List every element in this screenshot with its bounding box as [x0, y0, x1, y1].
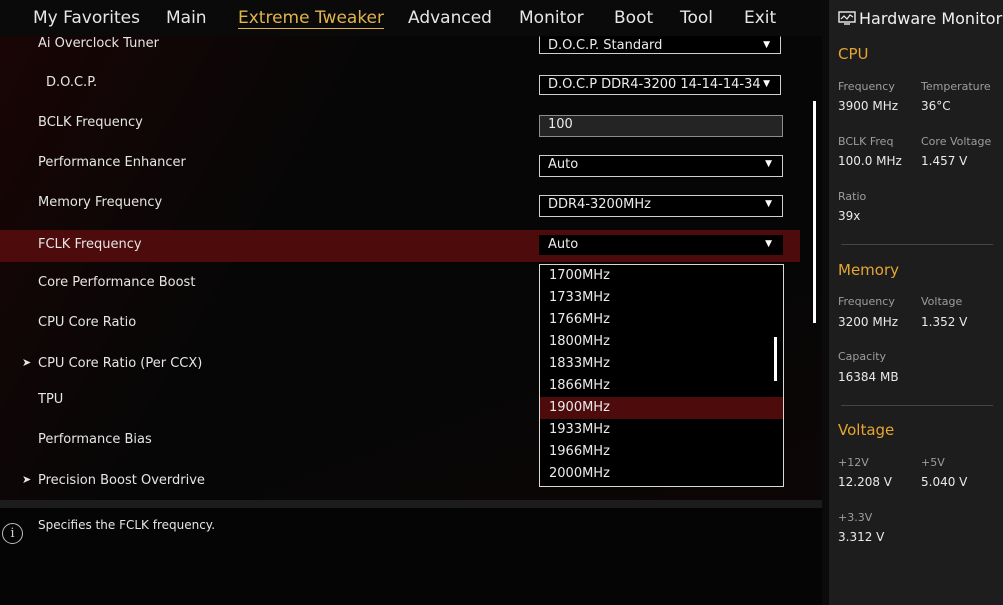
memory-frequency-label: Frequency	[838, 295, 895, 308]
capacity-label: Capacity	[838, 350, 887, 363]
tab-tool[interactable]: Tool	[680, 8, 713, 28]
memory-voltage-label: Voltage	[921, 295, 963, 308]
monitor-title: Hardware Monitor	[838, 9, 1002, 28]
dropdown-option[interactable]: 1700MHz	[540, 265, 783, 287]
cpu-frequency-value: 3900 MHz	[838, 99, 899, 113]
submenu-arrow-icon: ➤	[22, 473, 32, 486]
setting-row-docp[interactable]: D.O.C.P. D.O.C.P DDR4-3200 14-14-14-34 ▼	[0, 66, 800, 102]
setting-label: Memory Frequency	[38, 195, 163, 210]
ratio-label: Ratio	[838, 190, 867, 203]
setting-label: CPU Core Ratio (Per CCX)	[38, 356, 203, 371]
select-value: Auto	[548, 157, 579, 172]
v33-label: +3.3V	[838, 511, 873, 524]
tab-extreme-tweaker[interactable]: Extreme Tweaker	[238, 8, 384, 28]
caret-down-icon: ▼	[763, 40, 770, 50]
dropdown-option[interactable]: 1833MHz	[540, 353, 783, 375]
setting-row-fclk-frequency[interactable]: FCLK Frequency Auto ▼	[0, 230, 800, 262]
submenu-arrow-icon: ➤	[22, 356, 32, 369]
memory-frequency-select[interactable]: DDR4-3200MHz ▼	[539, 195, 783, 217]
input-value: 100	[548, 117, 573, 132]
tab-main[interactable]: Main	[166, 8, 207, 28]
tab-my-favorites[interactable]: My Favorites	[33, 8, 140, 28]
fclk-frequency-select[interactable]: Auto ▼	[539, 235, 783, 255]
setting-label: D.O.C.P.	[46, 75, 98, 90]
settings-scrollbar[interactable]	[813, 101, 816, 323]
select-value: D.O.C.P DDR4-3200 14-14-14-34	[548, 77, 761, 92]
cpu-frequency-label: Frequency	[838, 80, 895, 93]
fclk-dropdown-list[interactable]: 1700MHz 1733MHz 1766MHz 1800MHz 1833MHz …	[539, 264, 784, 487]
help-divider	[0, 500, 822, 508]
cpu-temperature-label: Temperature	[921, 80, 991, 93]
caret-down-icon: ▼	[765, 239, 772, 249]
setting-label: Performance Enhancer	[38, 155, 186, 170]
dropdown-option[interactable]: 1733MHz	[540, 287, 783, 309]
v33-value: 3.312 V	[838, 530, 885, 544]
capacity-value: 16384 MB	[838, 370, 899, 384]
tab-monitor[interactable]: Monitor	[519, 8, 584, 28]
setting-label: Performance Bias	[38, 432, 152, 447]
select-value: Auto	[548, 237, 579, 252]
help-text: Specifies the FCLK frequency.	[38, 518, 216, 532]
v12-value: 12.208 V	[838, 475, 893, 489]
setting-row-bclk-frequency[interactable]: BCLK Frequency 100	[0, 106, 800, 142]
setting-row-performance-enhancer[interactable]: Performance Enhancer Auto ▼	[0, 146, 800, 182]
caret-down-icon: ▼	[765, 199, 772, 209]
ai-overclock-tuner-select[interactable]: D.O.C.P. Standard ▼	[539, 36, 781, 54]
tab-exit[interactable]: Exit	[744, 8, 776, 28]
caret-down-icon: ▼	[760, 79, 770, 89]
setting-label: Precision Boost Overdrive	[38, 473, 205, 488]
caret-down-icon: ▼	[765, 159, 772, 169]
dropdown-option[interactable]: 1766MHz	[540, 309, 783, 331]
dropdown-option[interactable]: 1933MHz	[540, 419, 783, 441]
help-panel: i Specifies the FCLK frequency.	[0, 508, 822, 605]
setting-label: FCLK Frequency	[38, 237, 142, 252]
memory-frequency-value: 3200 MHz	[838, 315, 899, 329]
dropdown-option-highlighted[interactable]: 1900MHz	[540, 397, 783, 419]
monitor-icon	[838, 11, 856, 25]
dropdown-option[interactable]: 1966MHz	[540, 441, 783, 463]
dropdown-scrollbar[interactable]	[774, 337, 777, 381]
setting-label: TPU	[38, 392, 64, 407]
tab-advanced[interactable]: Advanced	[408, 8, 492, 28]
bclk-freq-value: 100.0 MHz	[838, 154, 902, 168]
v5-label: +5V	[921, 456, 945, 469]
voltage-heading: Voltage	[838, 421, 895, 439]
hardware-monitor-panel: Hardware Monitor CPU Frequency Temperatu…	[829, 0, 1003, 605]
cpu-heading: CPU	[838, 45, 869, 63]
dropdown-option[interactable]: 2000MHz	[540, 463, 783, 485]
bclk-freq-label: BCLK Freq	[838, 135, 894, 148]
v12-label: +12V	[838, 456, 869, 469]
docp-select[interactable]: D.O.C.P DDR4-3200 14-14-14-34 ▼	[539, 75, 781, 95]
performance-enhancer-select[interactable]: Auto ▼	[539, 155, 783, 177]
ratio-value: 39x	[838, 209, 861, 223]
setting-label: Ai Overclock Tuner	[38, 36, 159, 51]
setting-label: CPU Core Ratio	[38, 315, 137, 330]
core-voltage-label: Core Voltage	[921, 135, 992, 148]
tab-boot[interactable]: Boot	[614, 8, 653, 28]
setting-row-memory-frequency[interactable]: Memory Frequency DDR4-3200MHz ▼	[0, 186, 800, 222]
select-value: DDR4-3200MHz	[548, 197, 651, 212]
bclk-frequency-input[interactable]: 100	[539, 115, 783, 137]
setting-label: Core Performance Boost	[38, 275, 196, 290]
v5-value: 5.040 V	[921, 475, 968, 489]
core-voltage-value: 1.457 V	[921, 154, 968, 168]
info-icon: i	[2, 523, 23, 544]
monitor-divider	[841, 244, 993, 245]
dropdown-option[interactable]: 1800MHz	[540, 331, 783, 353]
memory-heading: Memory	[838, 261, 900, 279]
select-value: D.O.C.P. Standard	[548, 38, 663, 53]
dropdown-option[interactable]: 1866MHz	[540, 375, 783, 397]
bios-main-panel: My Favorites Main Extreme Tweaker Advanc…	[0, 0, 822, 605]
cpu-temperature-value: 36°C	[921, 99, 951, 113]
setting-row-ai-overclock-tuner[interactable]: Ai Overclock Tuner D.O.C.P. Standard ▼	[0, 28, 800, 64]
setting-label: BCLK Frequency	[38, 115, 143, 130]
monitor-divider	[841, 405, 993, 406]
monitor-title-text: Hardware Monitor	[859, 9, 1003, 28]
memory-voltage-value: 1.352 V	[921, 315, 968, 329]
